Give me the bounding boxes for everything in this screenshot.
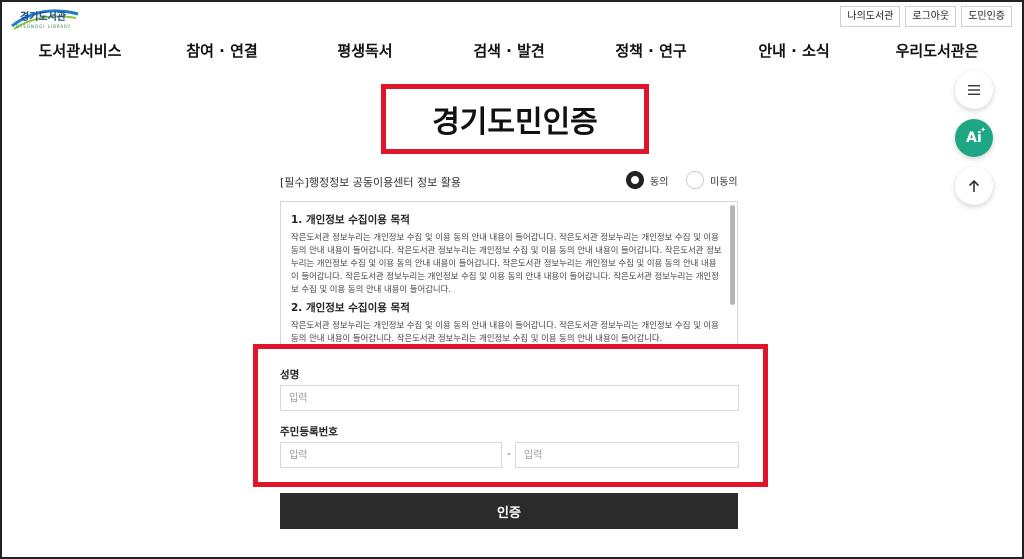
rrn-back-input[interactable] <box>515 442 739 468</box>
disagree-radio-circle[interactable] <box>686 171 704 189</box>
arrow-up-icon <box>968 179 980 192</box>
menu-icon <box>968 85 980 95</box>
agree-radio-label: 동의 <box>650 176 669 188</box>
nav-policy[interactable]: 정책 · 연구 <box>615 40 686 61</box>
terms-heading-2: 2. 개인정보 수집이용 목적 <box>291 302 410 314</box>
nav-search[interactable]: 검색 · 발견 <box>473 40 544 61</box>
nav-lifelong-reading[interactable]: 평생독서 <box>337 40 392 61</box>
ai-float-button[interactable]: Ai ✦ <box>955 119 993 157</box>
resident-auth-button[interactable]: 도민인증 <box>961 6 1012 27</box>
nav-about[interactable]: 우리도서관은 <box>896 40 979 61</box>
terms-paragraph-1: 작은도서관 정보누리는 개인정보 수집 및 이용 동의 안내 내용이 들어갑니다… <box>291 232 722 294</box>
logo-name: 경기도서관 <box>20 12 66 23</box>
form-highlight: 성명 주민등록번호 - <box>253 344 768 487</box>
nav-participation[interactable]: 참여 · 연결 <box>186 40 257 61</box>
auth-submit-button[interactable]: 인증 <box>280 493 738 529</box>
disagree-radio[interactable]: 미동의 <box>686 171 738 189</box>
sparkle-icon: ✦ <box>980 126 986 134</box>
agree-radio[interactable]: 동의 <box>626 171 668 189</box>
rrn-dash: - <box>507 447 511 460</box>
logout-button[interactable]: 로그아웃 <box>905 6 957 27</box>
rrn-front-input[interactable] <box>280 442 502 468</box>
page-title: 경기도민인증 <box>432 105 598 140</box>
terms-scrollbar[interactable] <box>730 205 735 305</box>
utility-menu: 나의도서관 로그아웃 도민인증 <box>840 6 1012 27</box>
logo-subtitle: GYEONGGI LIBRARY <box>16 24 72 29</box>
nav-notice[interactable]: 안내 · 소식 <box>758 40 829 61</box>
my-library-button[interactable]: 나의도서관 <box>840 6 901 27</box>
name-input[interactable] <box>280 385 739 411</box>
scroll-top-button[interactable] <box>955 167 993 205</box>
terms-heading-1: 1. 개인정보 수집이용 목적 <box>291 214 410 226</box>
menu-float-button[interactable] <box>955 71 993 109</box>
terms-paragraph-2: 작은도서관 정보누리는 개인정보 수집 및 이용 동의 안내 내용이 들어갑니다… <box>291 320 719 343</box>
disagree-radio-label: 미동의 <box>710 176 738 188</box>
name-label: 성명 <box>280 369 300 381</box>
global-nav: 도서관서비스 참여 · 연결 평생독서 검색 · 발견 정책 · 연구 안내 ·… <box>0 40 1024 64</box>
title-highlight: 경기도민인증 <box>381 84 649 154</box>
terms-box[interactable]: 1. 개인정보 수집이용 목적 작은도서관 정보누리는 개인정보 수집 및 이용… <box>280 201 738 351</box>
rrn-label: 주민등록번호 <box>280 426 338 438</box>
agree-radio-circle[interactable] <box>626 171 644 189</box>
nav-library-services[interactable]: 도서관서비스 <box>39 40 122 61</box>
consent-label: [필수]행정정보 공동이용센터 정보 활용 <box>280 176 461 189</box>
